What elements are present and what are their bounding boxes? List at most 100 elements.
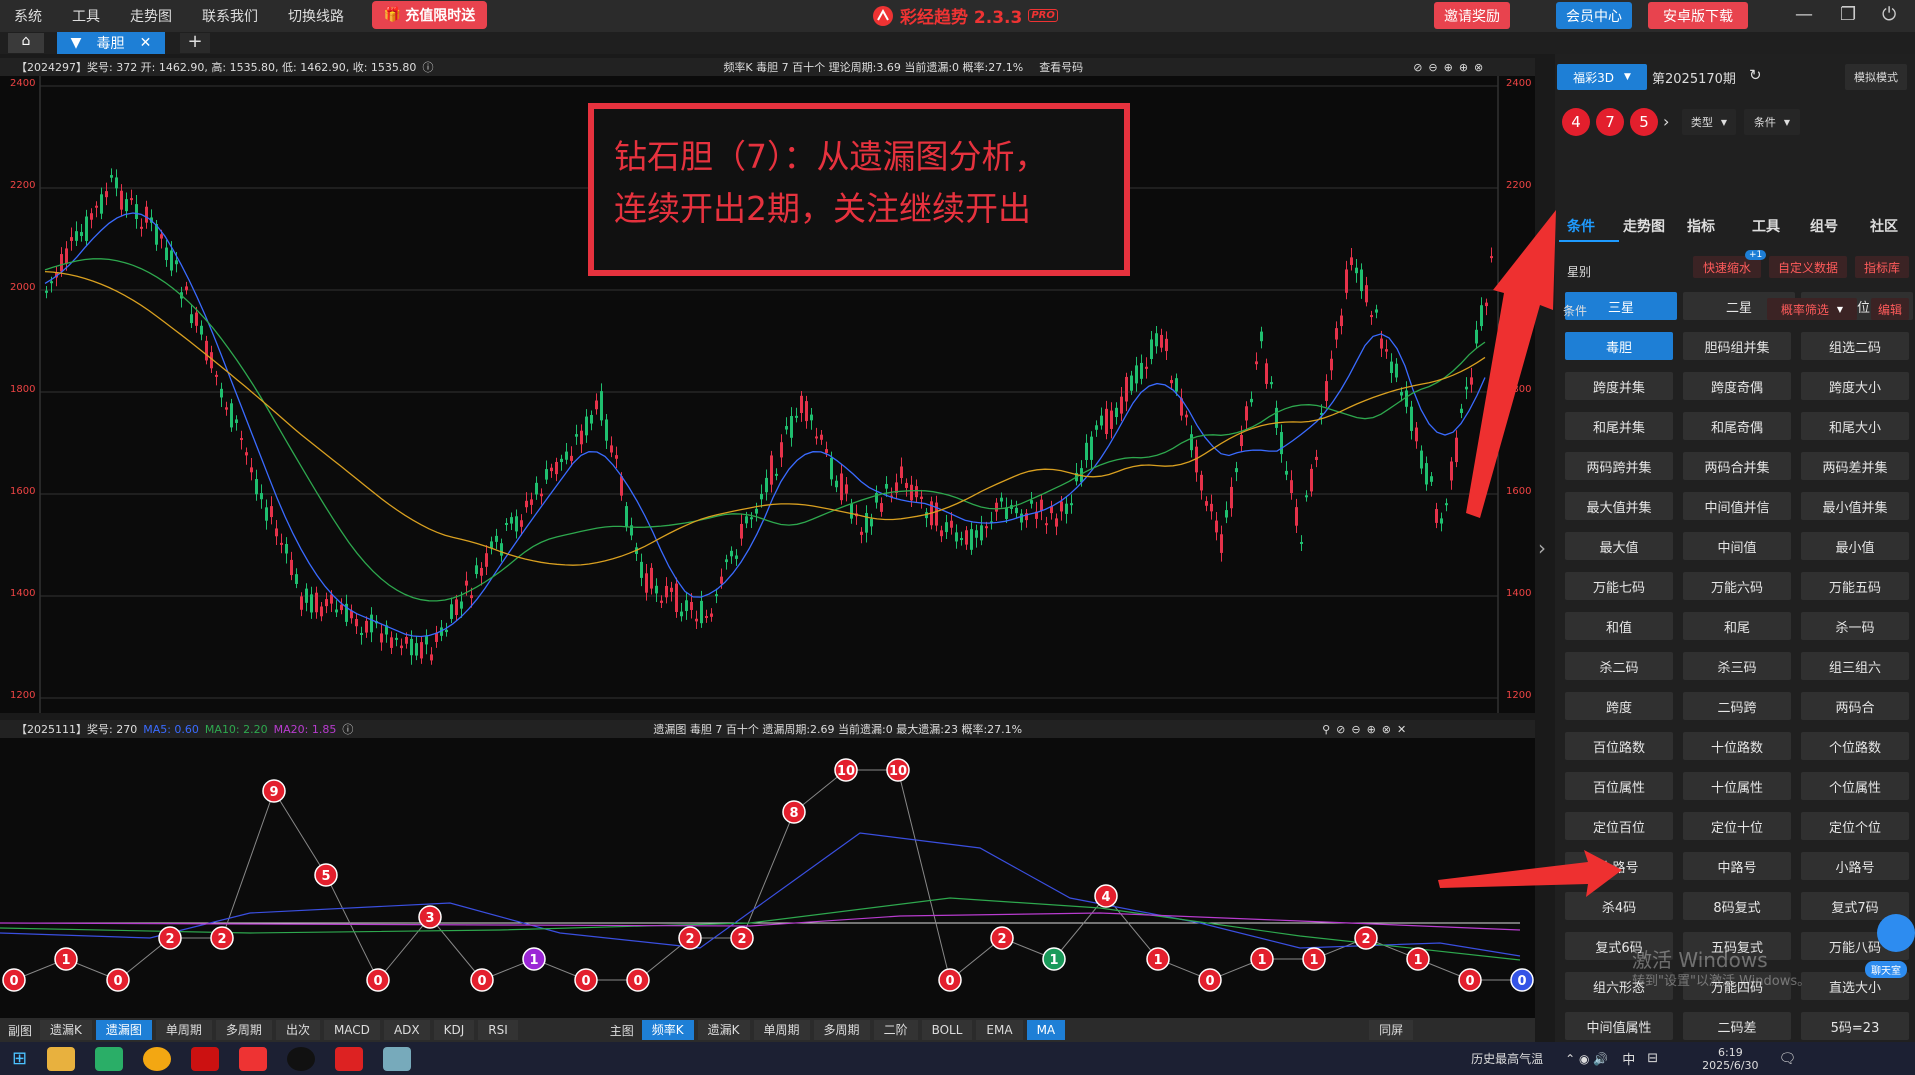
wps-icon[interactable] [335,1046,364,1071]
condition-btn[interactable]: 毒胆 [1565,332,1673,360]
condition-btn[interactable]: 跨度 [1565,692,1673,720]
sub-tab-multi-period[interactable]: 多周期 [215,1020,272,1040]
condition-btn[interactable]: 二码跨 [1683,692,1791,720]
app-icon-red[interactable] [191,1046,220,1071]
chart2-tool-icons[interactable]: ⚲⊘⊖⊕⊗✕ [1322,723,1412,736]
keyboard-icon[interactable]: ⊟ [1647,1051,1658,1066]
main-tab-boll[interactable]: BOLL [921,1020,973,1040]
menu-trend[interactable]: 走势图 [130,6,172,26]
member-center-button[interactable]: 会员中心 [1556,2,1632,29]
condition-btn[interactable]: 万能六码 [1683,572,1791,600]
chevron-right-icon[interactable]: › [1663,112,1669,131]
condition-btn[interactable]: 最大值并集 [1565,492,1673,520]
menu-switch-line[interactable]: 切换线路 [288,6,344,26]
notes-icon[interactable] [383,1046,412,1071]
condition-btn[interactable]: 最小值并集 [1801,492,1909,520]
condition-btn[interactable]: 杀一码 [1801,612,1909,640]
main-tab-ema[interactable]: EMA [976,1020,1023,1040]
condition-btn[interactable]: 最小值 [1801,532,1909,560]
android-download-button[interactable]: 安卓版下载 [1648,2,1748,29]
menu-system[interactable]: 系统 [14,6,42,26]
condition-btn[interactable]: 定位百位 [1565,812,1673,840]
condition-btn[interactable]: 中间值属性 [1565,1012,1673,1040]
condition-btn[interactable]: 杀二码 [1565,652,1673,680]
condition-btn[interactable]: 跨度大小 [1801,372,1909,400]
type-select[interactable]: 类型 ▼ [1682,109,1736,135]
condition-btn[interactable]: 大路号 [1565,852,1673,880]
clock[interactable]: 6:19 2025/6/30 [1702,1046,1758,1072]
main-tab-omission-k[interactable]: 遗漏K [697,1020,750,1040]
probability-filter-select[interactable]: 概率筛选 ▼ [1767,298,1857,320]
lottery-select[interactable]: 福彩3D ▼ [1557,64,1647,90]
condition-btn[interactable]: 中间值 [1683,532,1791,560]
tab-active[interactable]: ▼ 毒胆 ✕ [57,32,165,54]
edit-button[interactable]: 编辑 [1871,298,1909,320]
menu-contact[interactable]: 联系我们 [202,6,258,26]
tab-dropdown-icon[interactable]: ▼ [71,35,82,51]
condition-btn[interactable]: 定位个位 [1801,812,1909,840]
condition-btn[interactable]: 跨度奇偶 [1683,372,1791,400]
weather-widget[interactable]: 历史最高气温 [1471,1050,1543,1067]
collapse-panel-icon[interactable]: › [1538,536,1546,560]
condition-btn[interactable]: 和尾大小 [1801,412,1909,440]
condition-btn[interactable]: 胆码组并集 [1683,332,1791,360]
menu-tools[interactable]: 工具 [72,6,100,26]
condition-btn[interactable]: 跨度并集 [1565,372,1673,400]
add-tab-icon[interactable]: + [180,33,210,53]
recharge-button[interactable]: 🎁 充值限时送 [372,1,487,29]
condition-btn[interactable]: 5码=23 [1801,1012,1909,1040]
sub-tab-count[interactable]: 出次 [275,1020,320,1040]
chart-tool-icons[interactable]: ⊘⊖⊕⊕⊗ [1413,61,1489,74]
condition-btn[interactable]: 个位路数 [1801,732,1909,760]
invite-button[interactable]: 邀请奖励 [1434,2,1510,29]
condition-btn[interactable]: 万能七码 [1565,572,1673,600]
main-tab-second-order[interactable]: 二阶 [873,1020,918,1040]
caijing-app-icon[interactable] [239,1046,268,1071]
condition-btn[interactable]: 组选二码 [1801,332,1909,360]
close-icon[interactable]: ✕ [140,35,152,51]
same-screen-button[interactable]: 同屏 [1369,1020,1414,1040]
main-tab-multi-period[interactable]: 多周期 [813,1020,870,1040]
condition-btn[interactable]: 杀三码 [1683,652,1791,680]
sub-tab-omission-chart[interactable]: 遗漏图 [95,1020,152,1040]
windows-start-icon[interactable]: ⊞ [12,1048,27,1069]
tab-combos[interactable]: 组号 [1810,216,1838,236]
condition-btn[interactable]: 和尾并集 [1565,412,1673,440]
condition-btn[interactable]: 组三组六 [1801,652,1909,680]
condition-btn[interactable]: 最大值 [1565,532,1673,560]
condition-btn[interactable]: 和值 [1565,612,1673,640]
condition-btn[interactable]: 两码合并集 [1683,452,1791,480]
condition-btn[interactable]: 百位属性 [1565,772,1673,800]
indicator-lib-tag[interactable]: 指标库 [1855,256,1909,278]
sub-tab-omission-k[interactable]: 遗漏K [40,1020,92,1040]
condition-btn[interactable]: 两码合 [1801,692,1909,720]
tab-indicators[interactable]: 指标 [1687,216,1715,236]
power-icon[interactable]: ⏻ [1882,4,1896,25]
condition-btn[interactable]: 杀4码 [1565,892,1673,920]
tab-conditions[interactable]: 条件 [1567,216,1595,236]
file-explorer-icon[interactable] [47,1046,76,1071]
ime-indicator[interactable]: 中 [1622,1049,1635,1068]
sub-tab-rsi[interactable]: RSI [478,1020,518,1040]
condition-btn[interactable]: 百位路数 [1565,732,1673,760]
tab-community[interactable]: 社区 [1870,216,1898,236]
condition-btn[interactable]: 和尾奇偶 [1683,412,1791,440]
tab-tools[interactable]: 工具 [1752,216,1780,236]
simulate-mode-button[interactable]: 模拟模式 [1845,64,1907,90]
restore-icon[interactable]: ❐ [1840,4,1856,25]
condition-btn[interactable]: 定位十位 [1683,812,1791,840]
wechat-icon[interactable] [95,1046,124,1071]
omission-chart[interactable]: 0 1 0 2 2 9 5 0 3 0 1 0 0 2 2 8 10 10 0 2 1 4 1 0 1 1 2 1 0 0 [0,738,1535,1018]
home-icon[interactable]: ⌂ [8,33,44,53]
condition-btn[interactable]: 十位属性 [1683,772,1791,800]
condition-btn[interactable]: 中间值并信 [1683,492,1791,520]
help-icon[interactable]: ⓘ [342,721,353,737]
minimize-icon[interactable]: — [1795,4,1813,25]
sub-tab-single-period[interactable]: 单周期 [155,1020,212,1040]
help-icon[interactable]: ⓘ [422,59,433,75]
condition-btn[interactable]: 8码复式 [1683,892,1791,920]
tab-trend[interactable]: 走势图 [1623,216,1665,236]
main-tab-single-period[interactable]: 单周期 [753,1020,810,1040]
condition-btn[interactable]: 万能五码 [1801,572,1909,600]
custom-data-tag[interactable]: 自定义数据 [1769,256,1847,278]
